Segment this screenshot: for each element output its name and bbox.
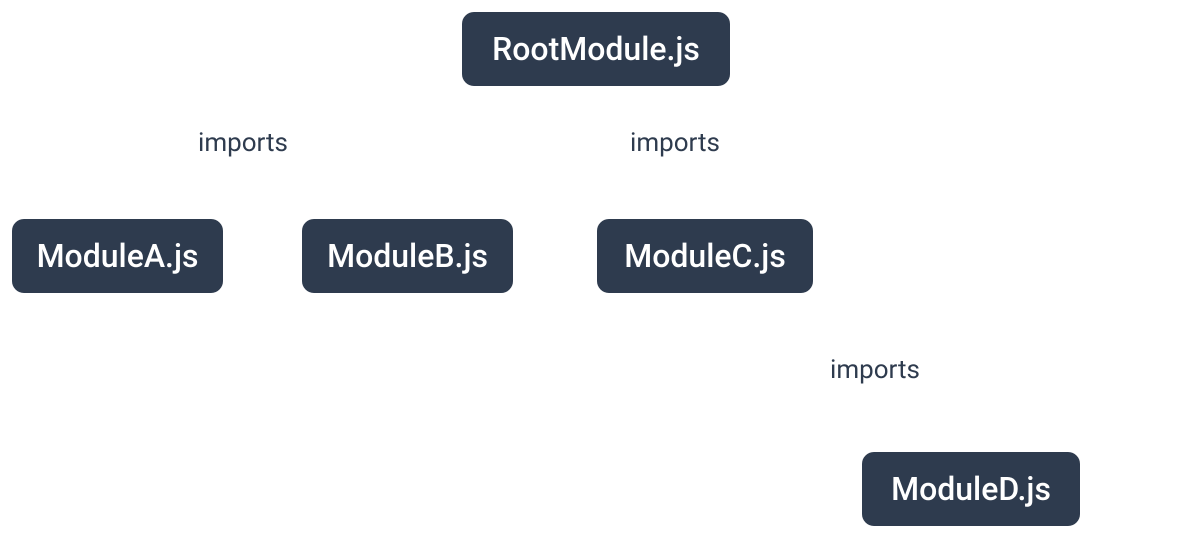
- node-label: ModuleC.js: [624, 237, 786, 275]
- node-module-b: ModuleB.js: [300, 217, 515, 295]
- node-label: ModuleD.js: [891, 470, 1051, 508]
- node-root-module: RootModule.js: [460, 10, 732, 88]
- node-label: ModuleB.js: [327, 237, 488, 275]
- edge-label-imports-right: imports: [630, 128, 720, 158]
- node-label: ModuleA.js: [37, 237, 199, 275]
- node-module-d: ModuleD.js: [860, 450, 1082, 528]
- node-module-c: ModuleC.js: [595, 217, 815, 295]
- node-module-a: ModuleA.js: [10, 217, 225, 295]
- edge-label-imports-left: imports: [198, 128, 288, 158]
- node-label: RootModule.js: [492, 30, 700, 68]
- edge-label-imports-cd: imports: [830, 355, 920, 385]
